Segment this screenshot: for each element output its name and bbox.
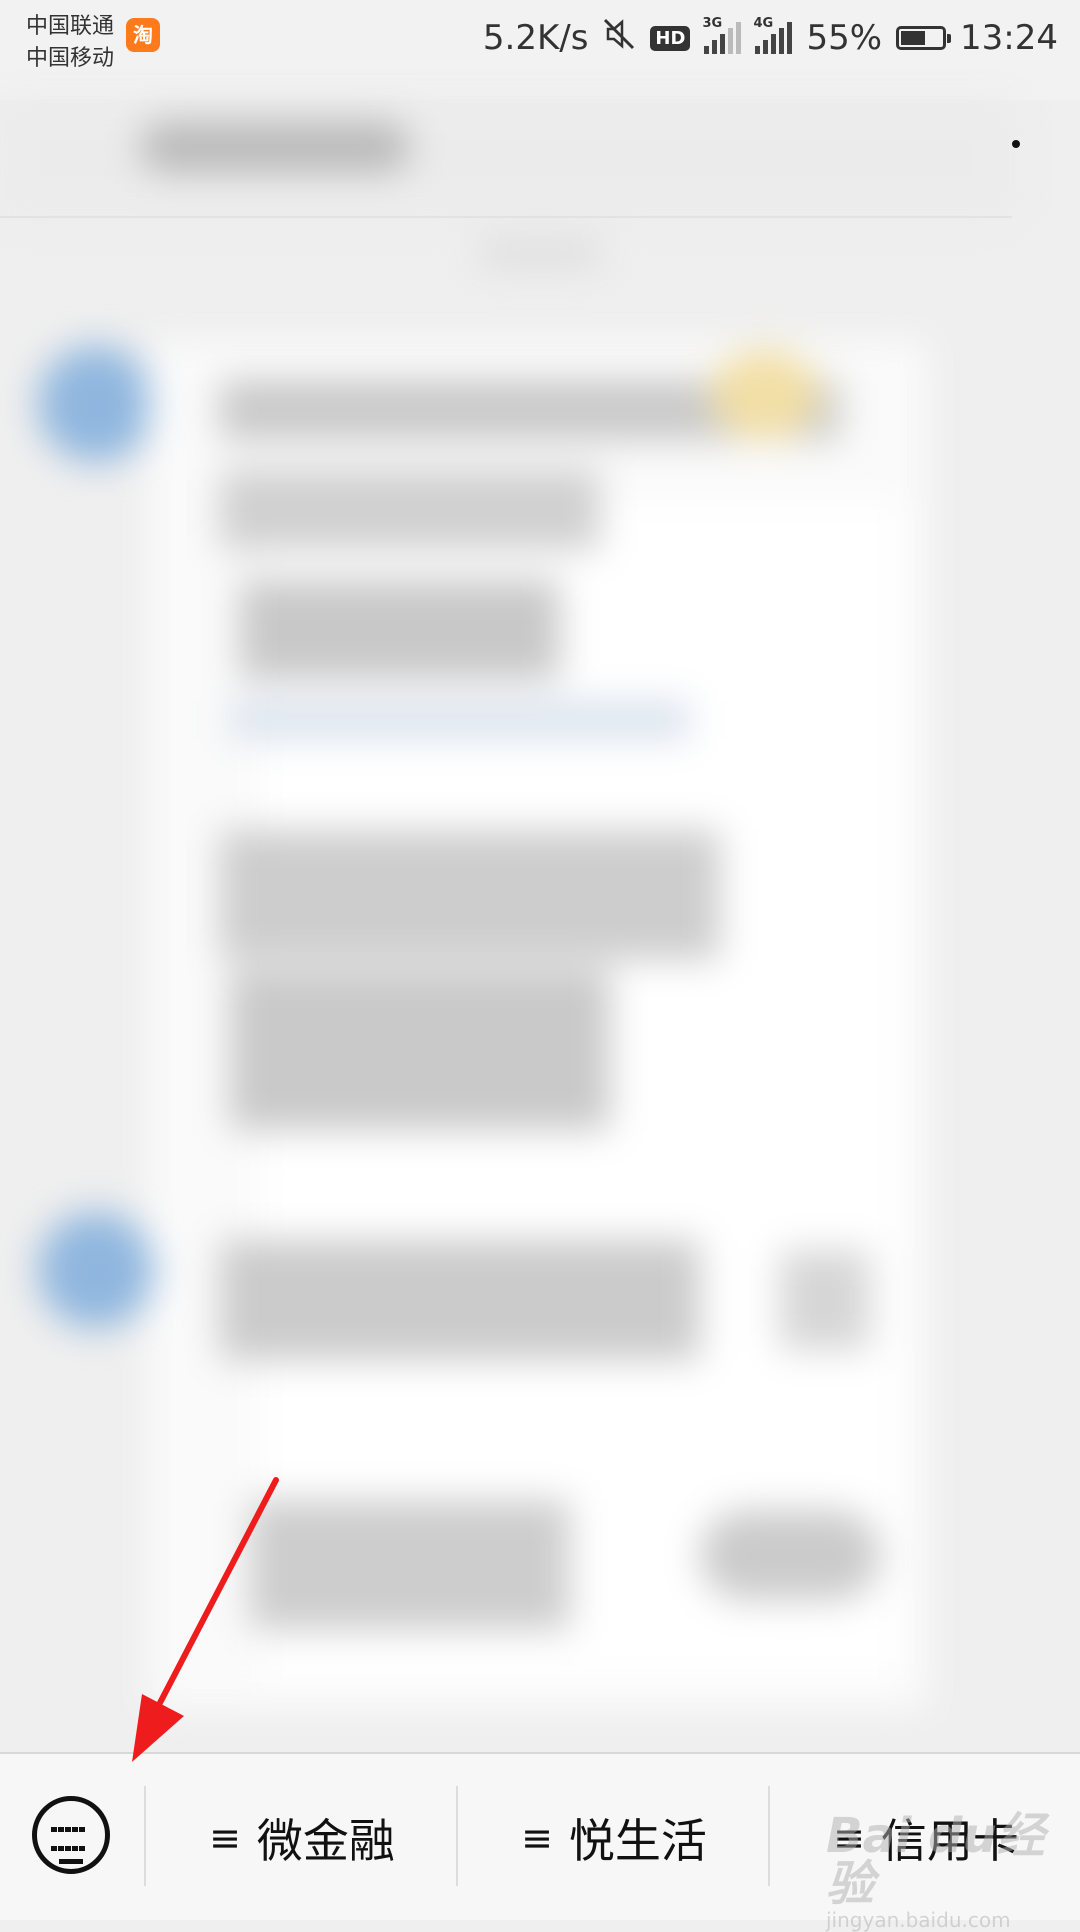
watermark-brand: Bai du经验 (826, 1808, 1045, 1912)
baidu-jingyan-watermark: Bai du经验 jingyan.baidu.com (826, 1812, 1080, 1932)
watermark-url: jingyan.baidu.com (826, 1908, 1011, 1932)
annotation-arrow-icon (132, 1477, 279, 1762)
